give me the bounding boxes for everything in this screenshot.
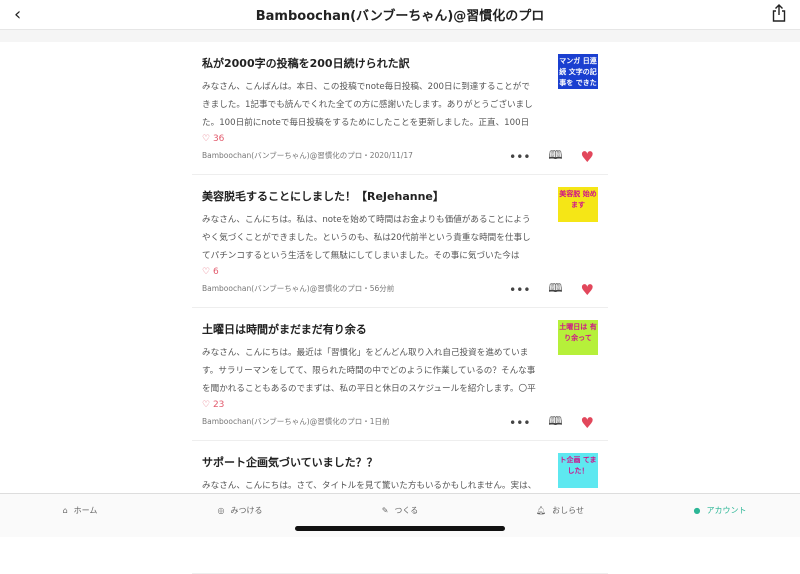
more-icon[interactable]: ••• <box>509 150 530 164</box>
heart-outline-icon: ♡ <box>202 134 211 144</box>
like-number: 23 <box>212 400 225 410</box>
article-title[interactable]: 土曜日は時間がまだまだ有り余る <box>202 322 608 342</box>
nav-label: ホーム <box>73 505 98 515</box>
heart-filled-icon[interactable]: ♥ <box>581 414 594 432</box>
article-thumbnail[interactable]: 土曜日は 有り余って <box>558 320 598 355</box>
pencil-icon: ✎ <box>381 505 389 515</box>
share-icon[interactable] <box>772 4 786 26</box>
nav-discover[interactable]: ◎ みつける <box>160 494 320 526</box>
more-icon[interactable]: ••• <box>509 283 530 297</box>
like-count: ♡ 23 <box>202 400 608 410</box>
compass-icon: ◎ <box>217 505 225 515</box>
bell-icon: 🔔︎ <box>536 505 547 515</box>
nav-create[interactable]: ✎ つくる <box>320 494 480 526</box>
article-excerpt: みなさん、こんばんは。本日、この投稿でnote毎日投稿、200日に到達することが… <box>202 82 533 128</box>
article-card[interactable]: 土曜日は時間がまだまだ有り余る みなさん、こんにちは。最近は「習慣化」をどんどん… <box>192 308 608 441</box>
home-icon: ⌂ <box>62 505 68 515</box>
nav-label: つくる <box>394 505 419 515</box>
add-to-magazine-icon[interactable]: 🕮︎ <box>548 412 562 433</box>
more-icon[interactable]: ••• <box>509 416 530 430</box>
article-card[interactable]: 美容脱毛することにしました！【ReJehanne】 みなさん、こんにちは。私は、… <box>192 175 608 308</box>
heart-outline-icon: ♡ <box>202 267 211 277</box>
page-title: Bamboochan(バンブーちゃん)@習慣化のプロ <box>255 9 545 24</box>
heart-filled-icon[interactable]: ♥ <box>581 281 594 299</box>
article-meta: Bamboochan(バンブーちゃん)@習慣化のプロ・2020/11/17 <box>202 151 413 160</box>
heart-outline-icon: ♡ <box>202 400 211 410</box>
article-thumbnail[interactable]: ト企画 てました！ <box>558 453 598 488</box>
nav-account[interactable]: ● アカウント <box>640 494 800 526</box>
add-to-magazine-icon[interactable]: 🕮︎ <box>548 146 562 167</box>
top-strip <box>0 30 800 42</box>
add-to-magazine-icon[interactable]: 🕮︎ <box>548 279 562 300</box>
article-thumbnail[interactable]: 美容脱 始めます <box>558 187 598 222</box>
home-indicator <box>295 526 505 531</box>
like-number: 6 <box>212 267 219 277</box>
like-number: 36 <box>212 134 225 144</box>
nav-label: おしらせ <box>552 505 584 515</box>
article-title[interactable]: サポート企画気づいていました？？ <box>202 455 608 475</box>
article-thumbnail[interactable]: マンガ 日連続 文字の記事を できた理由 <box>558 54 598 89</box>
header: ‹ Bamboochan(バンブーちゃん)@習慣化のプロ <box>0 0 800 30</box>
article-meta: Bamboochan(バンブーちゃん)@習慣化のプロ・1日前 <box>202 417 390 426</box>
article-title[interactable]: 私が2000字の投稿を200日続けられた訳 <box>202 56 608 76</box>
back-icon[interactable]: ‹ <box>14 4 21 25</box>
article-excerpt: みなさん、こんにちは。私は、noteを始めて時間はお金よりも価値があることによう… <box>202 215 531 261</box>
person-icon: ● <box>693 505 701 515</box>
article-excerpt: みなさん、こんにちは。最近は「習慣化」をどんどん取り入れ自己投資を進めています。… <box>202 348 536 394</box>
like-count: ♡ 6 <box>202 267 608 277</box>
article-meta: Bamboochan(バンブーちゃん)@習慣化のプロ・56分前 <box>202 284 395 293</box>
heart-filled-icon[interactable]: ♥ <box>581 148 594 166</box>
nav-label: みつける <box>230 505 263 515</box>
article-card[interactable]: 私が2000字の投稿を200日続けられた訳 みなさん、こんばんは。本日、この投稿… <box>192 42 608 175</box>
article-title[interactable]: 美容脱毛することにしました！【ReJehanne】 <box>202 189 608 209</box>
nav-label: アカウント <box>706 505 747 515</box>
like-count: ♡ 36 <box>202 134 608 144</box>
nav-home[interactable]: ⌂ ホーム <box>0 494 160 526</box>
nav-notifications[interactable]: 🔔︎ おしらせ <box>480 494 640 526</box>
